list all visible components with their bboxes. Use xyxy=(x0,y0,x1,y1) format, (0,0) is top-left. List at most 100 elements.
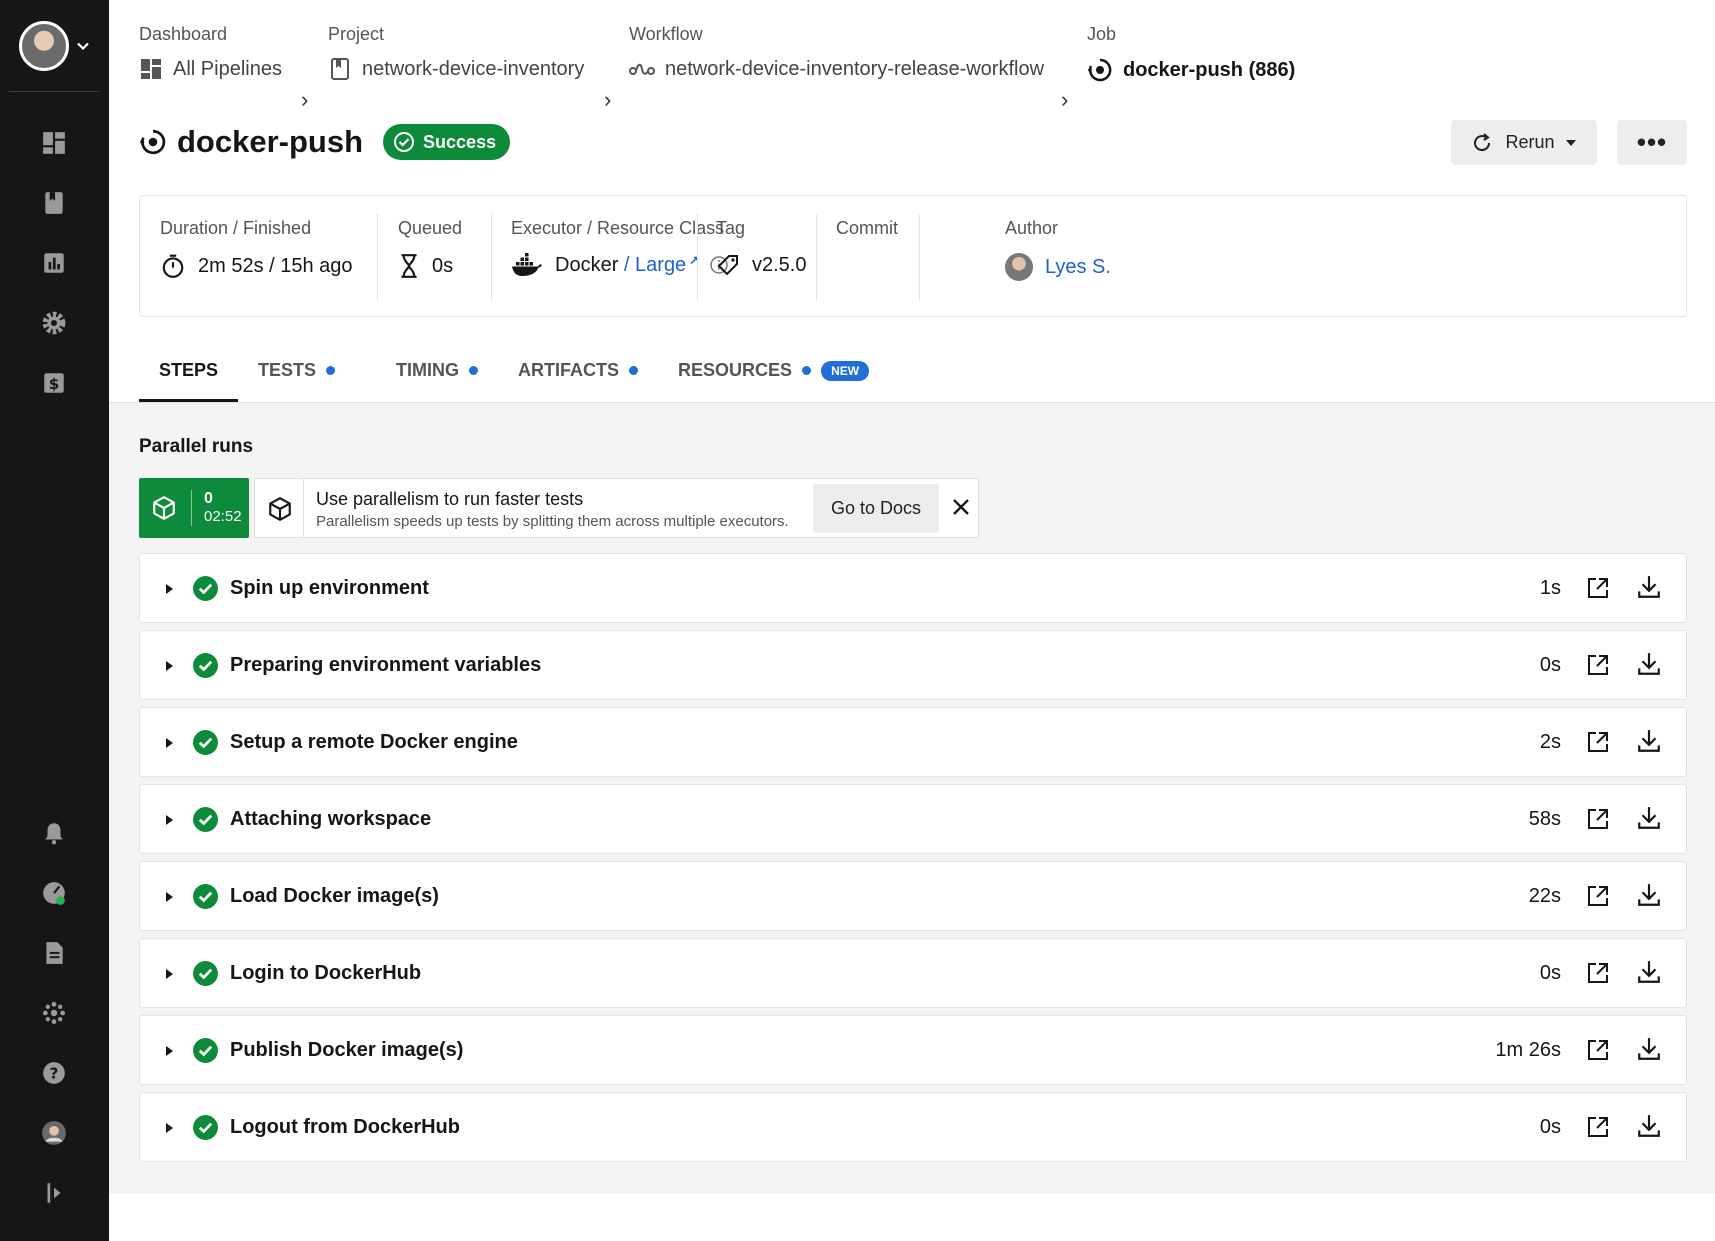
status-badge: Success xyxy=(383,124,511,160)
expand-arrow-icon[interactable] xyxy=(166,1046,173,1056)
step-row[interactable]: Logout from DockerHub 0s xyxy=(139,1092,1687,1162)
chevron-right-icon: › xyxy=(1061,87,1069,112)
queued-label: Queued xyxy=(398,218,463,238)
breadcrumb: Dashboard All Pipelines › Project networ… xyxy=(139,24,1695,112)
resource-class-link[interactable]: Large xyxy=(635,254,686,277)
tab-steps[interactable]: STEPS xyxy=(139,348,239,403)
tab-resources[interactable]: RESOURCES NEW xyxy=(658,348,889,403)
tag-icon xyxy=(717,255,738,276)
step-duration: 0s xyxy=(1539,961,1561,984)
profile-avatar-icon[interactable] xyxy=(39,1118,69,1148)
open-external-icon[interactable] xyxy=(1586,961,1610,985)
download-icon[interactable] xyxy=(1636,651,1662,677)
breadcrumb-workflow[interactable]: Workflow network-device-inventory-releas… xyxy=(629,24,1044,81)
billing-icon[interactable]: $ xyxy=(39,368,69,398)
download-icon[interactable] xyxy=(1636,728,1662,754)
download-icon[interactable] xyxy=(1636,1113,1662,1139)
open-external-icon[interactable] xyxy=(1586,1038,1610,1062)
executor-separator: / xyxy=(618,253,636,276)
collapse-sidebar-icon[interactable] xyxy=(39,1178,69,1208)
tag-section: Tag v2.5.0 xyxy=(716,214,806,300)
caret-down-icon xyxy=(1565,139,1576,146)
close-icon[interactable] xyxy=(950,496,972,518)
step-row[interactable]: Setup a remote Docker engine 2s xyxy=(139,707,1687,777)
check-circle-icon xyxy=(193,961,218,986)
user-menu[interactable] xyxy=(19,19,91,73)
check-circle-icon xyxy=(193,730,218,755)
status-gauge-icon[interactable] xyxy=(39,878,69,908)
step-row[interactable]: Spin up environment 1s xyxy=(139,553,1687,623)
new-badge: NEW xyxy=(821,361,870,381)
expand-arrow-icon[interactable] xyxy=(166,584,173,594)
step-duration: 0s xyxy=(1539,653,1561,676)
job-icon xyxy=(140,129,166,155)
go-to-docs-button[interactable]: Go to Docs xyxy=(813,484,939,533)
duration-label: Duration / Finished xyxy=(160,218,312,238)
more-options-button[interactable]: ••• xyxy=(1617,120,1687,165)
expand-arrow-icon[interactable] xyxy=(166,969,173,979)
banner-subtitle: Parallelism speeds up tests by splitting… xyxy=(316,513,789,530)
settings-icon[interactable] xyxy=(39,308,69,338)
tab-label: ARTIFACTS xyxy=(518,360,620,380)
expand-arrow-icon[interactable] xyxy=(166,738,173,748)
step-row[interactable]: Load Docker image(s) 22s xyxy=(139,861,1687,931)
commit-label: Commit xyxy=(836,218,898,238)
step-name: Setup a remote Docker engine xyxy=(230,730,518,753)
open-external-icon[interactable] xyxy=(1586,576,1610,600)
step-duration: 0s xyxy=(1539,1115,1561,1138)
rerun-button[interactable]: Rerun xyxy=(1451,120,1597,165)
notifications-bell-icon[interactable] xyxy=(39,818,69,848)
insights-icon[interactable] xyxy=(39,248,69,278)
breadcrumb-job[interactable]: Job docker-push (886) xyxy=(1087,24,1295,83)
step-row[interactable]: Preparing environment variables 0s xyxy=(139,630,1687,700)
projects-icon[interactable] xyxy=(39,188,69,218)
check-circle-icon xyxy=(193,1038,218,1063)
step-row[interactable]: Publish Docker image(s) 1m 26s xyxy=(139,1015,1687,1085)
check-circle-icon xyxy=(193,884,218,909)
job-info-card: Duration / Finished 2m 52s / 15h ago Que… xyxy=(139,195,1687,317)
tab-timing[interactable]: TIMING xyxy=(355,348,498,403)
step-name: Load Docker image(s) xyxy=(230,884,439,907)
dashboard-icon[interactable] xyxy=(39,128,69,158)
download-icon[interactable] xyxy=(1636,882,1662,908)
open-external-icon[interactable] xyxy=(1586,730,1610,754)
commit-section: Commit xyxy=(836,214,898,300)
hourglass-icon xyxy=(401,254,417,278)
expand-arrow-icon[interactable] xyxy=(166,892,173,902)
step-name: Publish Docker image(s) xyxy=(230,1038,464,1061)
tab-label: TESTS xyxy=(258,360,317,380)
author-link[interactable]: Lyes S. xyxy=(1045,256,1111,279)
check-circle-icon xyxy=(193,653,218,678)
download-icon[interactable] xyxy=(1636,574,1662,600)
expand-arrow-icon[interactable] xyxy=(166,1123,173,1133)
community-icon[interactable] xyxy=(39,998,69,1028)
parallel-run-time: 02:52 xyxy=(204,508,242,525)
open-external-icon[interactable] xyxy=(1586,653,1610,677)
avatar xyxy=(19,21,69,71)
step-row[interactable]: Login to DockerHub 0s xyxy=(139,938,1687,1008)
download-icon[interactable] xyxy=(1636,805,1662,831)
expand-arrow-icon[interactable] xyxy=(166,815,173,825)
docs-icon[interactable] xyxy=(39,938,69,968)
tab-label: TIMING xyxy=(396,360,460,380)
svg-text:$: $ xyxy=(49,375,60,393)
job-header: docker-push Success xyxy=(139,124,511,160)
stopwatch-icon xyxy=(162,254,184,278)
tab-tests[interactable]: TESTS xyxy=(238,348,355,403)
breadcrumb-project[interactable]: Project network-device-inventory xyxy=(328,24,584,81)
open-external-icon[interactable] xyxy=(1586,807,1610,831)
parallel-run-0[interactable]: 0 02:52 xyxy=(139,478,249,538)
chevron-right-icon: › xyxy=(301,87,309,112)
breadcrumb-workflow-label: Workflow xyxy=(629,24,703,44)
tab-artifacts[interactable]: ARTIFACTS xyxy=(498,348,658,403)
open-external-icon[interactable] xyxy=(1586,1115,1610,1139)
help-icon[interactable]: ? xyxy=(39,1058,69,1088)
download-icon[interactable] xyxy=(1636,1036,1662,1062)
step-row[interactable]: Attaching workspace 58s xyxy=(139,784,1687,854)
chevron-right-icon: › xyxy=(604,87,612,112)
pipelines-icon xyxy=(141,59,161,79)
download-icon[interactable] xyxy=(1636,959,1662,985)
breadcrumb-dashboard[interactable]: Dashboard All Pipelines xyxy=(139,24,282,81)
open-external-icon[interactable] xyxy=(1586,884,1610,908)
expand-arrow-icon[interactable] xyxy=(166,661,173,671)
